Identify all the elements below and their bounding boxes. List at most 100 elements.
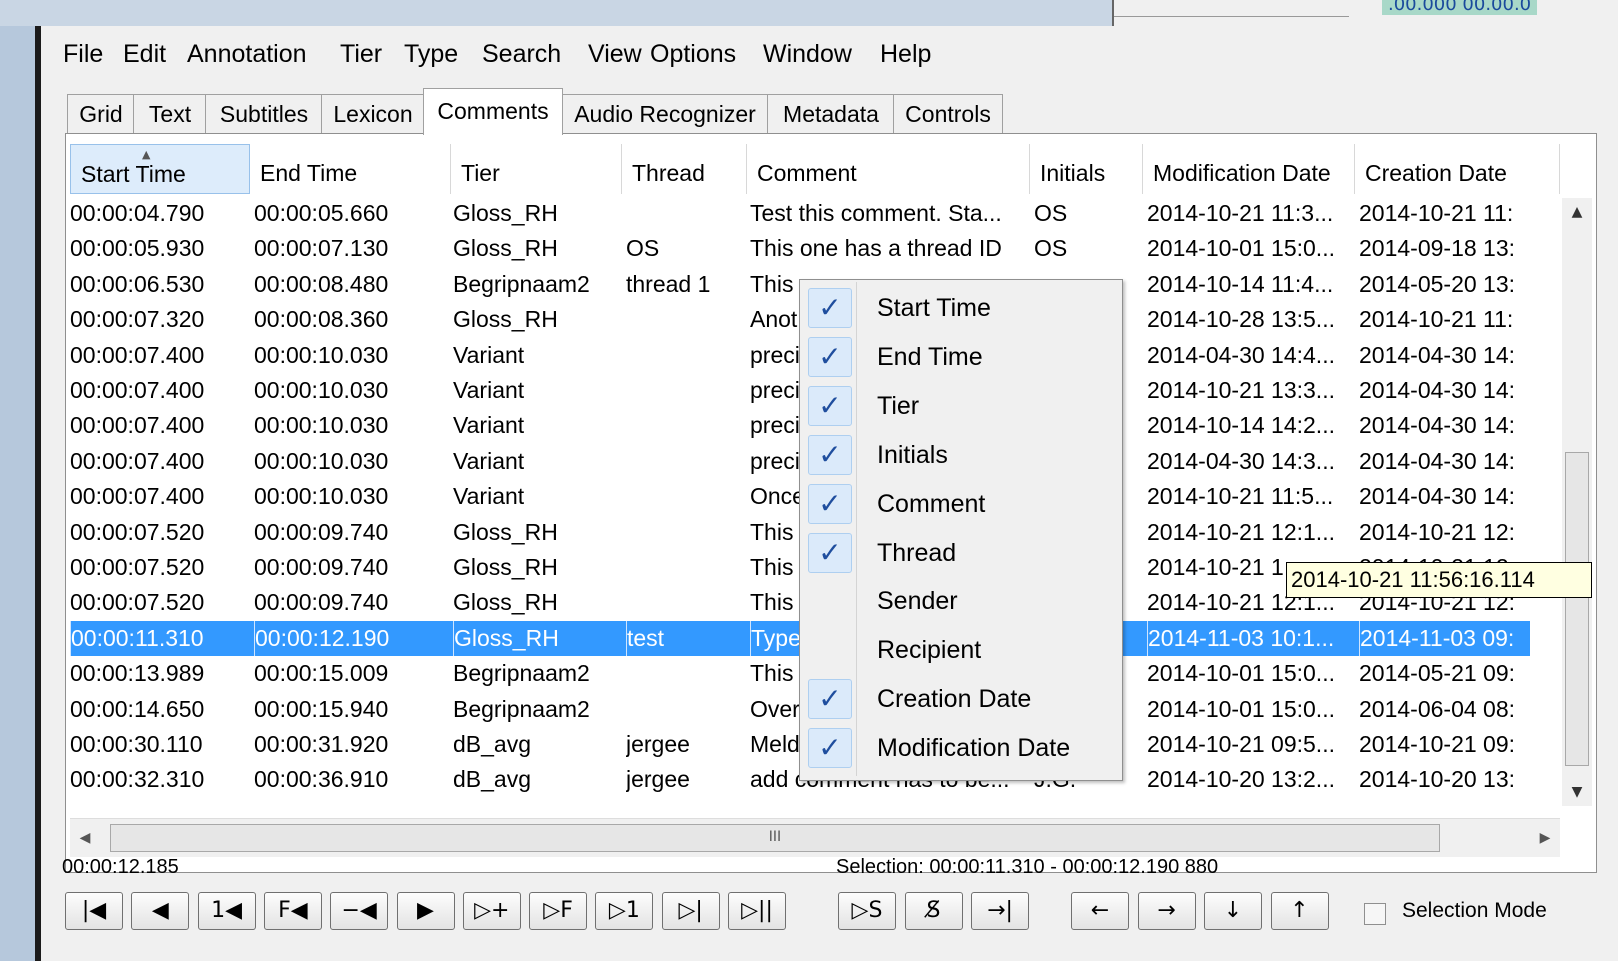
- desktop-left-edge: [0, 26, 35, 961]
- column-header-initials[interactable]: Initials: [1030, 144, 1143, 194]
- column-header-creation-date[interactable]: Creation Date: [1355, 144, 1560, 194]
- tab-metadata[interactable]: Metadata: [767, 94, 895, 133]
- menu-item-label: Modification Date: [877, 734, 1071, 763]
- back-one-second-button[interactable]: 1◀: [197, 892, 256, 930]
- menu-item-comment[interactable]: ✓ Comment: [800, 480, 1120, 529]
- column-header-modification-date[interactable]: Modification Date: [1143, 144, 1355, 194]
- menu-options[interactable]: Options: [650, 40, 736, 69]
- selection-mode-box[interactable]: [1364, 903, 1386, 925]
- table-row[interactable]: 00:00:04.790 00:00:05.660 Gloss_RH Test thi…: [70, 196, 1530, 231]
- menu-edit[interactable]: Edit: [123, 40, 166, 69]
- scroll-down-icon[interactable]: ▼: [1562, 778, 1592, 806]
- column-header-tier[interactable]: Tier: [451, 144, 622, 194]
- menu-item-modification-date[interactable]: ✓ Modification Date: [800, 724, 1120, 773]
- menu-item-sender[interactable]: Sender: [800, 577, 1120, 626]
- scroll-right-icon[interactable]: ▶: [1530, 819, 1560, 857]
- cell-end-time: 00:00:09.740: [254, 518, 389, 545]
- menu-tier[interactable]: Tier: [340, 40, 382, 69]
- arrow-left-button[interactable]: ←: [1071, 892, 1129, 930]
- tab-text[interactable]: Text: [133, 94, 207, 133]
- arrow-right-button[interactable]: →: [1137, 892, 1196, 930]
- menu-item-label: End Time: [877, 342, 983, 371]
- menu-item-recipient[interactable]: Recipient: [800, 626, 1120, 675]
- column-header-thread[interactable]: Thread: [622, 144, 747, 194]
- menu-file[interactable]: File: [63, 40, 103, 69]
- elan-main-window: File Edit Annotation Tier Type Search View Opti…: [41, 26, 1618, 961]
- cell-start-time: 00:00:04.790: [70, 200, 205, 226]
- go-to-selection-end-button[interactable]: →|: [971, 892, 1029, 930]
- cell-end-time: 00:00:07.130: [254, 235, 389, 262]
- checkmark-icon: ✓: [808, 434, 852, 475]
- menu-type[interactable]: Type: [404, 40, 458, 69]
- cell-modification-date: 2014-10-20 13:2...: [1147, 766, 1335, 793]
- menu-item-start-time[interactable]: ✓ Start Time: [800, 284, 1120, 333]
- cell-initials: OS: [1034, 200, 1068, 226]
- cell-start-time: 00:00:07.520: [70, 589, 205, 616]
- go-to-begin-button[interactable]: |◀: [65, 892, 123, 930]
- cell-end-time: 00:00:12.190: [254, 620, 450, 656]
- tab-lexicon[interactable]: Lexicon: [321, 94, 425, 133]
- cell-creation-date: 2014-04-30 14:: [1359, 341, 1516, 368]
- horizontal-scrollbar[interactable]: ◀ III ▶: [70, 818, 1560, 857]
- scroll-left-icon[interactable]: ◀: [70, 819, 100, 857]
- cell-start-time: 00:00:14.650: [70, 695, 205, 722]
- table-row[interactable]: 00:00:05.930 00:00:07.130 Gloss_RH OS This o…: [70, 231, 1530, 266]
- arrow-down-button[interactable]: ↓: [1204, 892, 1262, 930]
- menu-help[interactable]: Help: [880, 40, 931, 69]
- column-header-end-time[interactable]: End Time: [250, 144, 451, 194]
- vertical-scrollbar[interactable]: ▲ ▼: [1562, 198, 1592, 806]
- vertical-scroll-thumb[interactable]: [1565, 452, 1589, 766]
- menu-view[interactable]: View: [588, 40, 642, 69]
- play-around-button[interactable]: ▷+: [462, 892, 521, 930]
- scroll-up-icon[interactable]: ▲: [1562, 198, 1592, 226]
- arrow-up-button[interactable]: ↑: [1270, 892, 1329, 930]
- cell-end-time: 00:00:09.740: [254, 589, 389, 616]
- column-header-comment[interactable]: Comment: [747, 144, 1030, 194]
- background-separator: [1114, 16, 1349, 17]
- cell-modification-date: 2014-10-21 09:5...: [1147, 731, 1335, 757]
- cell-creation-date: 2014-10-21 12:: [1359, 518, 1516, 545]
- cell-start-time: 00:00:07.400: [70, 341, 205, 368]
- menu-bar: File Edit Annotation Tier Type Search View Opti…: [41, 26, 1618, 82]
- frame-forward-button[interactable]: ▷F: [529, 892, 588, 930]
- table-header: Start Time ▲ End Time Tier Thread Comment Init…: [70, 144, 1560, 196]
- go-to-end-button[interactable]: ▷||: [728, 892, 786, 930]
- cell-tier: Gloss_RH: [453, 554, 558, 580]
- checkmark-icon: ✓: [808, 483, 852, 524]
- horizontal-scroll-thumb[interactable]: III: [110, 824, 1440, 852]
- menu-annotation[interactable]: Annotation: [187, 40, 307, 69]
- clear-selection-button[interactable]: S̸: [904, 892, 963, 930]
- tab-subtitles[interactable]: Subtitles: [205, 94, 323, 133]
- cell-modification-date: 2014-10-21 11:3...: [1147, 200, 1334, 226]
- menu-item-creation-date[interactable]: ✓ Creation Date: [800, 675, 1120, 724]
- cell-modification-date: 2014-10-14 14:2...: [1147, 412, 1335, 439]
- cell-start-time: 00:00:07.400: [70, 483, 205, 510]
- current-time-readout: 00:00:12.185: [62, 856, 179, 878]
- cell-tier: Variant: [453, 447, 525, 474]
- next-frame-button[interactable]: ▷|: [661, 892, 720, 930]
- cell-tier: Begripnaam2: [453, 270, 590, 297]
- cell-start-time: 00:00:11.310: [70, 620, 249, 656]
- tab-controls[interactable]: Controls: [893, 94, 1003, 133]
- menu-window[interactable]: Window: [763, 40, 852, 69]
- forward-one-second-button[interactable]: ▷1: [595, 892, 654, 930]
- play-button[interactable]: ▶: [396, 892, 455, 930]
- cell-start-time: 00:00:07.400: [70, 447, 205, 474]
- menu-item-thread[interactable]: ✓ Thread: [800, 529, 1120, 578]
- cell-modification-date: 2014-10-01 15:0...: [1147, 695, 1335, 722]
- tab-grid[interactable]: Grid: [67, 94, 135, 133]
- menu-item-initials[interactable]: ✓ Initials: [800, 431, 1120, 480]
- frame-back-button[interactable]: F◀: [263, 892, 322, 930]
- column-header-start-time[interactable]: Start Time: [70, 144, 250, 194]
- menu-item-end-time[interactable]: ✓ End Time: [800, 333, 1120, 382]
- tab-audio-recognizer[interactable]: Audio Recognizer: [561, 94, 769, 133]
- menu-search[interactable]: Search: [482, 40, 561, 69]
- cell-modification-date: 2014-10-21 12:1...: [1147, 518, 1335, 545]
- cell-tier: Variant: [453, 341, 525, 368]
- menu-item-tier[interactable]: ✓ Tier: [800, 382, 1120, 431]
- checkmark-icon: ✓: [808, 288, 852, 328]
- previous-frame-button[interactable]: ◀: [131, 892, 190, 930]
- tab-comments[interactable]: Comments: [423, 88, 563, 135]
- previous-boundary-button[interactable]: −◀: [330, 892, 389, 930]
- play-selection-button[interactable]: ▷S: [838, 892, 896, 930]
